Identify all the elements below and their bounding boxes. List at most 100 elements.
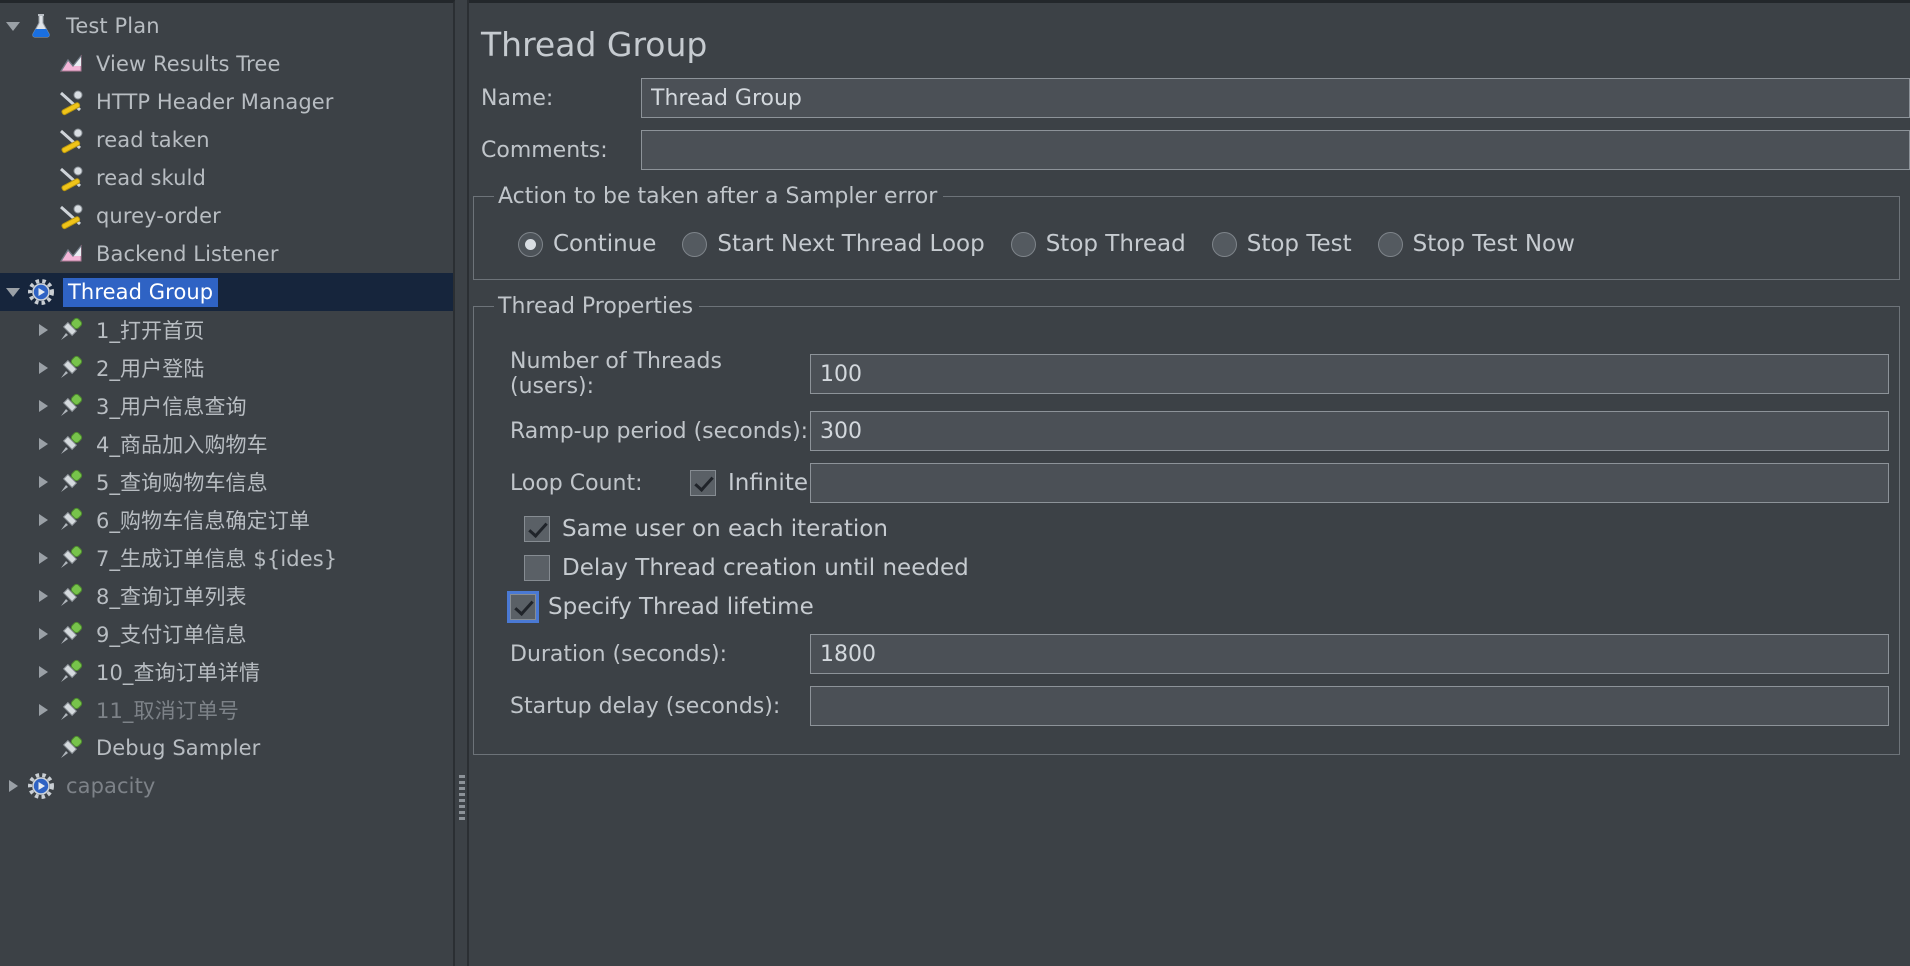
tree-node[interactable]: 9_支付订单信息 bbox=[0, 615, 453, 653]
comments-label: Comments: bbox=[481, 137, 608, 163]
tree-node-label: 11_取消订单号 bbox=[96, 699, 240, 723]
tree-node[interactable]: Test Plan bbox=[0, 7, 453, 45]
tree-expand-closed-icon[interactable] bbox=[30, 615, 56, 653]
tree-node-label: 7_生成订单信息 ${ides} bbox=[96, 547, 338, 571]
tree-node[interactable]: qurey-order bbox=[0, 197, 453, 235]
sampler-error-option[interactable]: Stop Thread bbox=[1010, 231, 1186, 257]
tree-node[interactable]: HTTP Header Manager bbox=[0, 83, 453, 121]
tree-expand-closed-icon[interactable] bbox=[30, 463, 56, 501]
tree-expand-closed-icon[interactable] bbox=[30, 691, 56, 729]
tree-node[interactable]: 2_用户登陆 bbox=[0, 349, 453, 387]
sampler-error-option-label: Stop Thread bbox=[1045, 231, 1186, 257]
tree-node[interactable]: 8_查询订单列表 bbox=[0, 577, 453, 615]
sampler-error-option[interactable]: Stop Test bbox=[1211, 231, 1352, 257]
tree-node[interactable]: Debug Sampler bbox=[0, 729, 453, 767]
thread-group-icon bbox=[26, 771, 56, 801]
tree-expand-closed-icon[interactable] bbox=[30, 577, 56, 615]
tree-expand-closed-icon[interactable] bbox=[30, 425, 56, 463]
tree-expand-closed-icon[interactable] bbox=[0, 767, 26, 805]
sampler-error-option-label: Stop Test bbox=[1246, 231, 1352, 257]
tree-expand-spacer bbox=[30, 83, 56, 121]
tree-node-label: View Results Tree bbox=[96, 52, 281, 76]
config-element-icon bbox=[56, 87, 86, 117]
tree-expand-open-icon[interactable] bbox=[0, 7, 26, 45]
tree-expand-closed-icon[interactable] bbox=[30, 311, 56, 349]
comments-input[interactable] bbox=[641, 130, 1910, 170]
panel-splitter[interactable] bbox=[455, 0, 469, 966]
duration-row: Duration (seconds): bbox=[484, 634, 1889, 674]
loop-count-label: Loop Count: bbox=[510, 470, 643, 496]
tree-node[interactable]: Backend Listener bbox=[0, 235, 453, 273]
tree-expand-closed-icon[interactable] bbox=[30, 539, 56, 577]
tree-node[interactable]: capacity bbox=[0, 767, 453, 805]
tree-node-label: 10_查询订单详情 bbox=[96, 661, 261, 685]
http-sampler-icon bbox=[56, 315, 86, 345]
tree-node[interactable]: read taken bbox=[0, 121, 453, 159]
tree-node-label: 6_购物车信息确定订单 bbox=[96, 509, 310, 533]
radio-button[interactable] bbox=[1010, 231, 1036, 257]
splitter-grip-icon[interactable] bbox=[459, 775, 465, 823]
tree-node[interactable]: 5_查询购物车信息 bbox=[0, 463, 453, 501]
sampler-error-radios[interactable]: Continue Start Next Thread Loop Stop Threa… bbox=[484, 221, 1889, 263]
ramp-up-period-label: Ramp-up period (seconds): bbox=[510, 418, 809, 444]
delay-thread-creation-label: Delay Thread creation until needed bbox=[562, 555, 969, 581]
radio-button[interactable] bbox=[1377, 231, 1403, 257]
loop-infinite-checkbox[interactable] bbox=[690, 470, 716, 496]
startup-delay-input[interactable] bbox=[810, 686, 1889, 726]
tree-node-label: 9_支付订单信息 bbox=[96, 623, 247, 647]
tree-node-label: 3_用户信息查询 bbox=[96, 395, 247, 419]
sampler-error-option[interactable]: Continue bbox=[518, 231, 656, 257]
loop-infinite-toggle[interactable]: Infinite bbox=[690, 470, 810, 496]
sampler-error-legend: Action to be taken after a Sampler error bbox=[498, 184, 938, 209]
ramp-up-period-row: Ramp-up period (seconds): bbox=[484, 411, 1889, 451]
http-sampler-icon bbox=[56, 505, 86, 535]
name-label: Name: bbox=[481, 85, 554, 111]
ramp-up-period-input[interactable] bbox=[810, 411, 1889, 451]
same-user-label: Same user on each iteration bbox=[562, 516, 888, 542]
radio-button[interactable] bbox=[518, 231, 543, 257]
tree-node[interactable]: 6_购物车信息确定订单 bbox=[0, 501, 453, 539]
duration-input[interactable] bbox=[810, 634, 1889, 674]
tree-expand-closed-icon[interactable] bbox=[30, 387, 56, 425]
tree-node[interactable]: 4_商品加入购物车 bbox=[0, 425, 453, 463]
tree-node-label: HTTP Header Manager bbox=[96, 90, 334, 114]
tree-node[interactable]: read skuld bbox=[0, 159, 453, 197]
tree-node-label: Test Plan bbox=[66, 14, 160, 38]
loop-count-input[interactable] bbox=[810, 463, 1889, 503]
sampler-error-option-label: Start Next Thread Loop bbox=[717, 231, 985, 257]
tree-node[interactable]: 11_取消订单号 bbox=[0, 691, 453, 729]
radio-button[interactable] bbox=[1211, 231, 1237, 257]
number-of-threads-label: Number of Threads (users): bbox=[510, 349, 722, 399]
tree-expand-closed-icon[interactable] bbox=[30, 653, 56, 691]
page-title: Thread Group bbox=[481, 25, 708, 64]
delay-thread-creation-row[interactable]: Delay Thread creation until needed bbox=[484, 555, 1889, 581]
delay-thread-creation-checkbox[interactable] bbox=[524, 555, 550, 581]
tree-node[interactable]: Thread Group bbox=[0, 273, 453, 311]
test-plan-tree[interactable]: Test Plan View Results Tree HTTP Header Ma… bbox=[0, 0, 455, 966]
http-sampler-icon bbox=[56, 467, 86, 497]
tree-node-label: 5_查询购物车信息 bbox=[96, 471, 268, 495]
number-of-threads-input[interactable] bbox=[810, 354, 1889, 394]
tree-node[interactable]: 10_查询订单详情 bbox=[0, 653, 453, 691]
specify-thread-lifetime-row[interactable]: Specify Thread lifetime bbox=[484, 591, 1889, 623]
config-element-icon bbox=[56, 201, 86, 231]
same-user-row[interactable]: Same user on each iteration bbox=[484, 516, 1889, 542]
http-sampler-icon bbox=[56, 619, 86, 649]
tree-expand-open-icon[interactable] bbox=[0, 273, 26, 311]
tree-node-label: 1_打开首页 bbox=[96, 319, 205, 343]
tree-expand-closed-icon[interactable] bbox=[30, 501, 56, 539]
tree-node[interactable]: View Results Tree bbox=[0, 45, 453, 83]
sampler-error-option[interactable]: Stop Test Now bbox=[1377, 231, 1575, 257]
tree-node-label: qurey-order bbox=[96, 204, 221, 228]
same-user-checkbox[interactable] bbox=[524, 516, 550, 542]
tree-node[interactable]: 3_用户信息查询 bbox=[0, 387, 453, 425]
sampler-error-option[interactable]: Start Next Thread Loop bbox=[682, 231, 985, 257]
radio-button[interactable] bbox=[682, 231, 708, 257]
specify-thread-lifetime-checkbox[interactable] bbox=[507, 591, 539, 623]
tree-node[interactable]: 7_生成订单信息 ${ides} bbox=[0, 539, 453, 577]
tree-expand-closed-icon[interactable] bbox=[30, 349, 56, 387]
name-input[interactable] bbox=[641, 78, 1910, 118]
listener-icon bbox=[56, 49, 86, 79]
thread-group-editor: Thread Group Name: Comments: Action to b… bbox=[469, 0, 1910, 966]
tree-node[interactable]: 1_打开首页 bbox=[0, 311, 453, 349]
